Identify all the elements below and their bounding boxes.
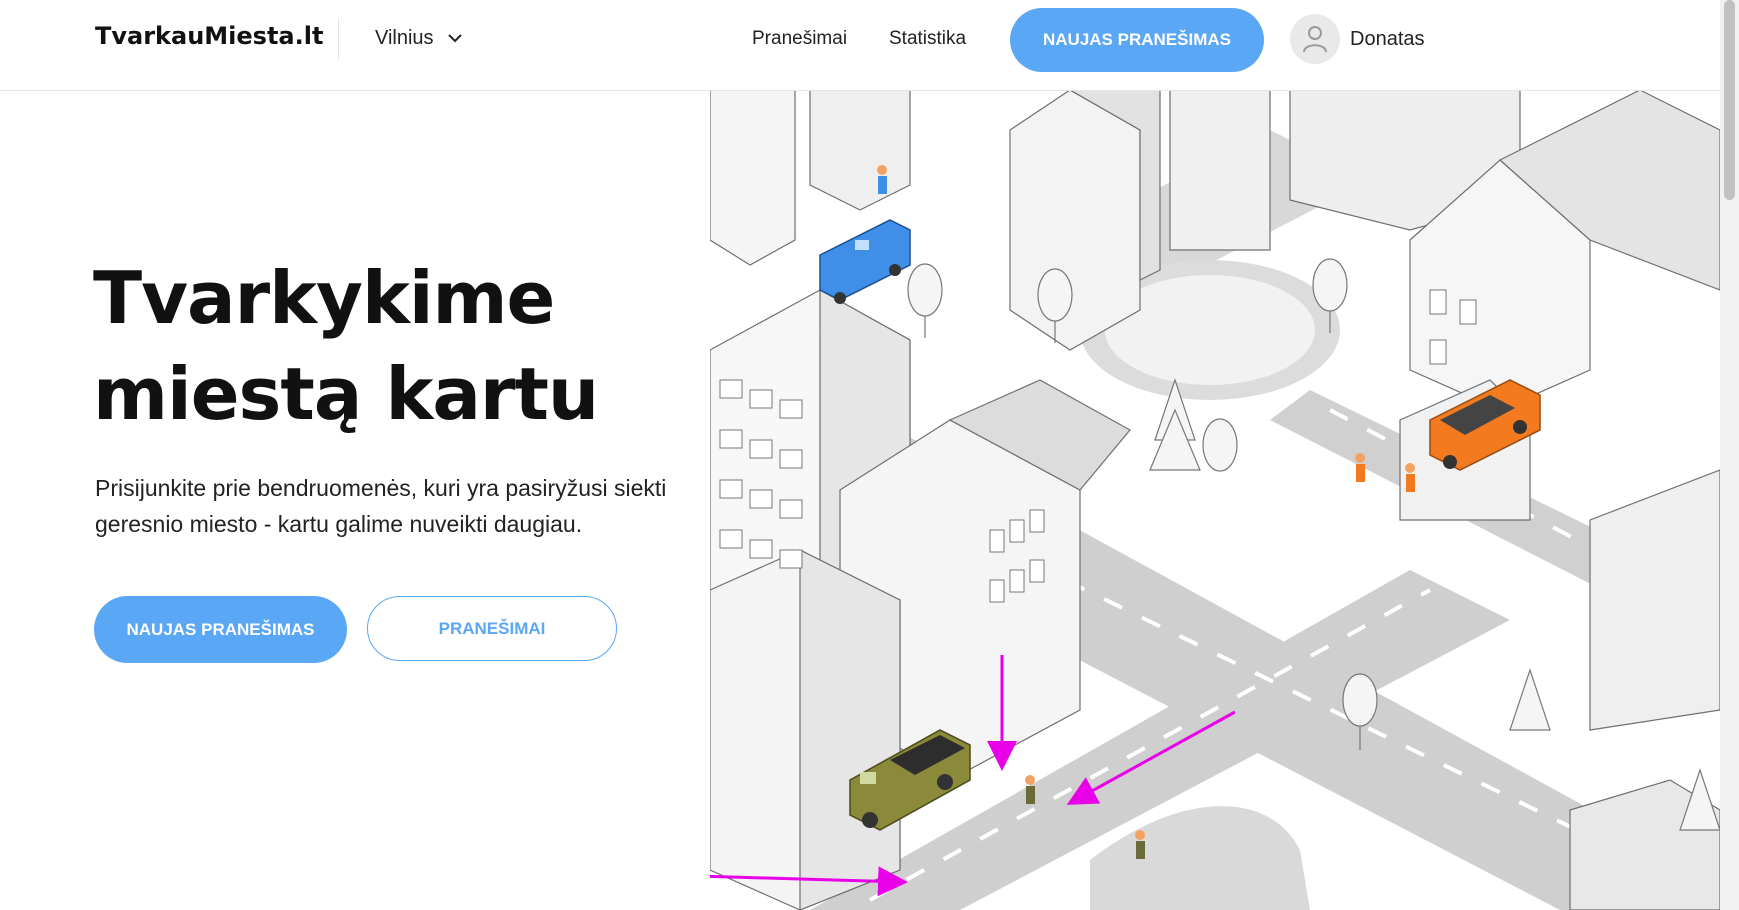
page: TvarkauMiesta.lt Vilnius Pranešimai Stat… — [0, 0, 1739, 910]
site-logo[interactable]: TvarkauMiesta.lt — [95, 22, 323, 50]
city-illustration — [710, 90, 1720, 910]
nav-link-statistics[interactable]: Statistika — [889, 28, 966, 50]
user-name[interactable]: Donatas — [1350, 28, 1425, 51]
city-selector-label: Vilnius — [375, 27, 434, 49]
scrollbar-thumb[interactable] — [1724, 0, 1735, 200]
user-icon — [1303, 26, 1327, 53]
city-selector[interactable]: Vilnius — [375, 27, 462, 50]
hero-title-line1: Tvarkykime — [93, 256, 555, 340]
reports-button[interactable]: PRANEŠIMAI — [367, 596, 617, 661]
hero-title: Tvarkykime miestą kartu — [93, 250, 733, 442]
header-new-report-button[interactable]: NAUJAS PRANEŠIMAS — [1010, 8, 1264, 72]
header-divider — [338, 18, 339, 60]
blue-van — [819, 219, 911, 304]
hero-title-line2: miestą kartu — [93, 352, 599, 436]
hero-description: Prisijunkite prie bendruomenės, kuri yra… — [95, 475, 667, 537]
avatar[interactable] — [1290, 14, 1340, 64]
new-report-button[interactable]: NAUJAS PRANEŠIMAS — [94, 596, 347, 663]
nav-link-reports[interactable]: Pranešimai — [752, 28, 847, 50]
vertical-scrollbar[interactable] — [1720, 0, 1739, 910]
top-navbar: TvarkauMiesta.lt Vilnius Pranešimai Stat… — [0, 0, 1720, 91]
chevron-down-icon — [447, 34, 462, 43]
